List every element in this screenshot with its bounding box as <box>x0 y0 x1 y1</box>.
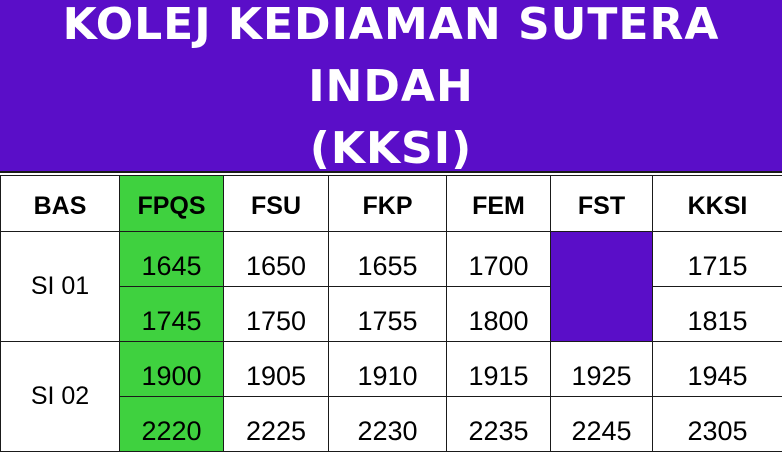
title-line-2: (KKSI) <box>310 118 472 180</box>
time-cell: 1815 <box>653 287 782 342</box>
table-row: SI 01 1645 1650 1655 1700 1715 <box>1 232 782 287</box>
bus-label-si02: SI 02 <box>1 342 120 452</box>
time-cell: 1645 <box>120 232 224 287</box>
time-cell: 1915 <box>447 342 551 397</box>
time-cell: 1715 <box>653 232 782 287</box>
time-cell: 2305 <box>653 397 782 452</box>
header-cell-fem: FEM <box>447 176 551 232</box>
header-cell-bas: BAS <box>1 176 120 232</box>
bus-label-si01: SI 01 <box>1 232 120 342</box>
time-cell: 1745 <box>120 287 224 342</box>
header-row: BAS FPQS FSU FKP FEM FST KKSI <box>1 176 782 232</box>
time-cell: 2225 <box>224 397 329 452</box>
header-cell-kksi: KKSI <box>653 176 782 232</box>
time-cell: 1900 <box>120 342 224 397</box>
time-cell: 2245 <box>551 397 653 452</box>
fst-blocked-cell <box>551 232 653 342</box>
timetable-sheet: KOLEJ KEDIAMAN SUTERA INDAH (KKSI) BAS F… <box>0 0 782 451</box>
title-banner: KOLEJ KEDIAMAN SUTERA INDAH (KKSI) <box>0 0 782 173</box>
header-cell-fkp: FKP <box>329 176 447 232</box>
time-cell: 1910 <box>329 342 447 397</box>
time-cell: 2235 <box>447 397 551 452</box>
title-line-1: KOLEJ KEDIAMAN SUTERA INDAH <box>0 0 782 118</box>
time-cell: 2220 <box>120 397 224 452</box>
time-cell: 1800 <box>447 287 551 342</box>
header-cell-fst: FST <box>551 176 653 232</box>
time-cell: 2230 <box>329 397 447 452</box>
header-cell-fpqs: FPQS <box>120 176 224 232</box>
header-cell-fsu: FSU <box>224 176 329 232</box>
time-cell: 1945 <box>653 342 782 397</box>
time-cell: 1655 <box>329 232 447 287</box>
time-cell: 1700 <box>447 232 551 287</box>
table-row: SI 02 1900 1905 1910 1915 1925 1945 <box>1 342 782 397</box>
time-cell: 1750 <box>224 287 329 342</box>
bus-schedule-table: BAS FPQS FSU FKP FEM FST KKSI SI 01 1645… <box>0 175 782 452</box>
time-cell: 1925 <box>551 342 653 397</box>
time-cell: 1905 <box>224 342 329 397</box>
time-cell: 1650 <box>224 232 329 287</box>
time-cell: 1755 <box>329 287 447 342</box>
